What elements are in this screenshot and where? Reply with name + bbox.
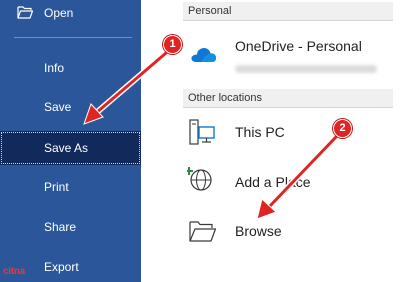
sidebar-item-label: Share — [44, 220, 77, 234]
browse-label: Browse — [235, 223, 282, 239]
callout-badge-1: 1 — [163, 35, 182, 54]
sidebar-divider — [14, 37, 132, 38]
sidebar-item-label: Export — [44, 260, 79, 274]
folder-open-icon — [17, 6, 33, 19]
sidebar-item-share[interactable]: Share — [0, 211, 141, 243]
sidebar-item-info[interactable]: Info — [0, 52, 141, 84]
other-locations-header: Other locations — [183, 89, 393, 108]
folder-icon — [189, 221, 217, 242]
personal-section-header: Personal — [183, 2, 393, 21]
callout-badge-2: 2 — [333, 119, 352, 138]
sidebar-item-save[interactable]: Save — [0, 91, 141, 123]
watermark-logo: citna — [3, 266, 25, 277]
sidebar-item-save-as[interactable]: Save As — [0, 131, 141, 165]
backstage-sidebar: Open Info Save Save As Print Share Expor… — [0, 0, 141, 282]
sidebar-item-label: Save As — [44, 141, 89, 155]
cloud-icon — [191, 48, 217, 62]
globe-add-icon — [187, 167, 212, 191]
add-a-place-label: Add a Place — [235, 174, 311, 190]
computer-icon — [189, 119, 215, 145]
sidebar-item-label: Save — [44, 100, 72, 114]
sidebar-item-label: Open — [44, 6, 74, 20]
sidebar-item-label: Info — [44, 61, 65, 75]
this-pc-label: This PC — [235, 124, 285, 140]
sidebar-item-print[interactable]: Print — [0, 171, 141, 203]
sidebar-item-label: Print — [44, 180, 69, 194]
onedrive-label: OneDrive - Personal — [235, 38, 362, 54]
account-email-redacted — [235, 65, 377, 73]
sidebar-item-open[interactable]: Open — [0, 0, 141, 29]
